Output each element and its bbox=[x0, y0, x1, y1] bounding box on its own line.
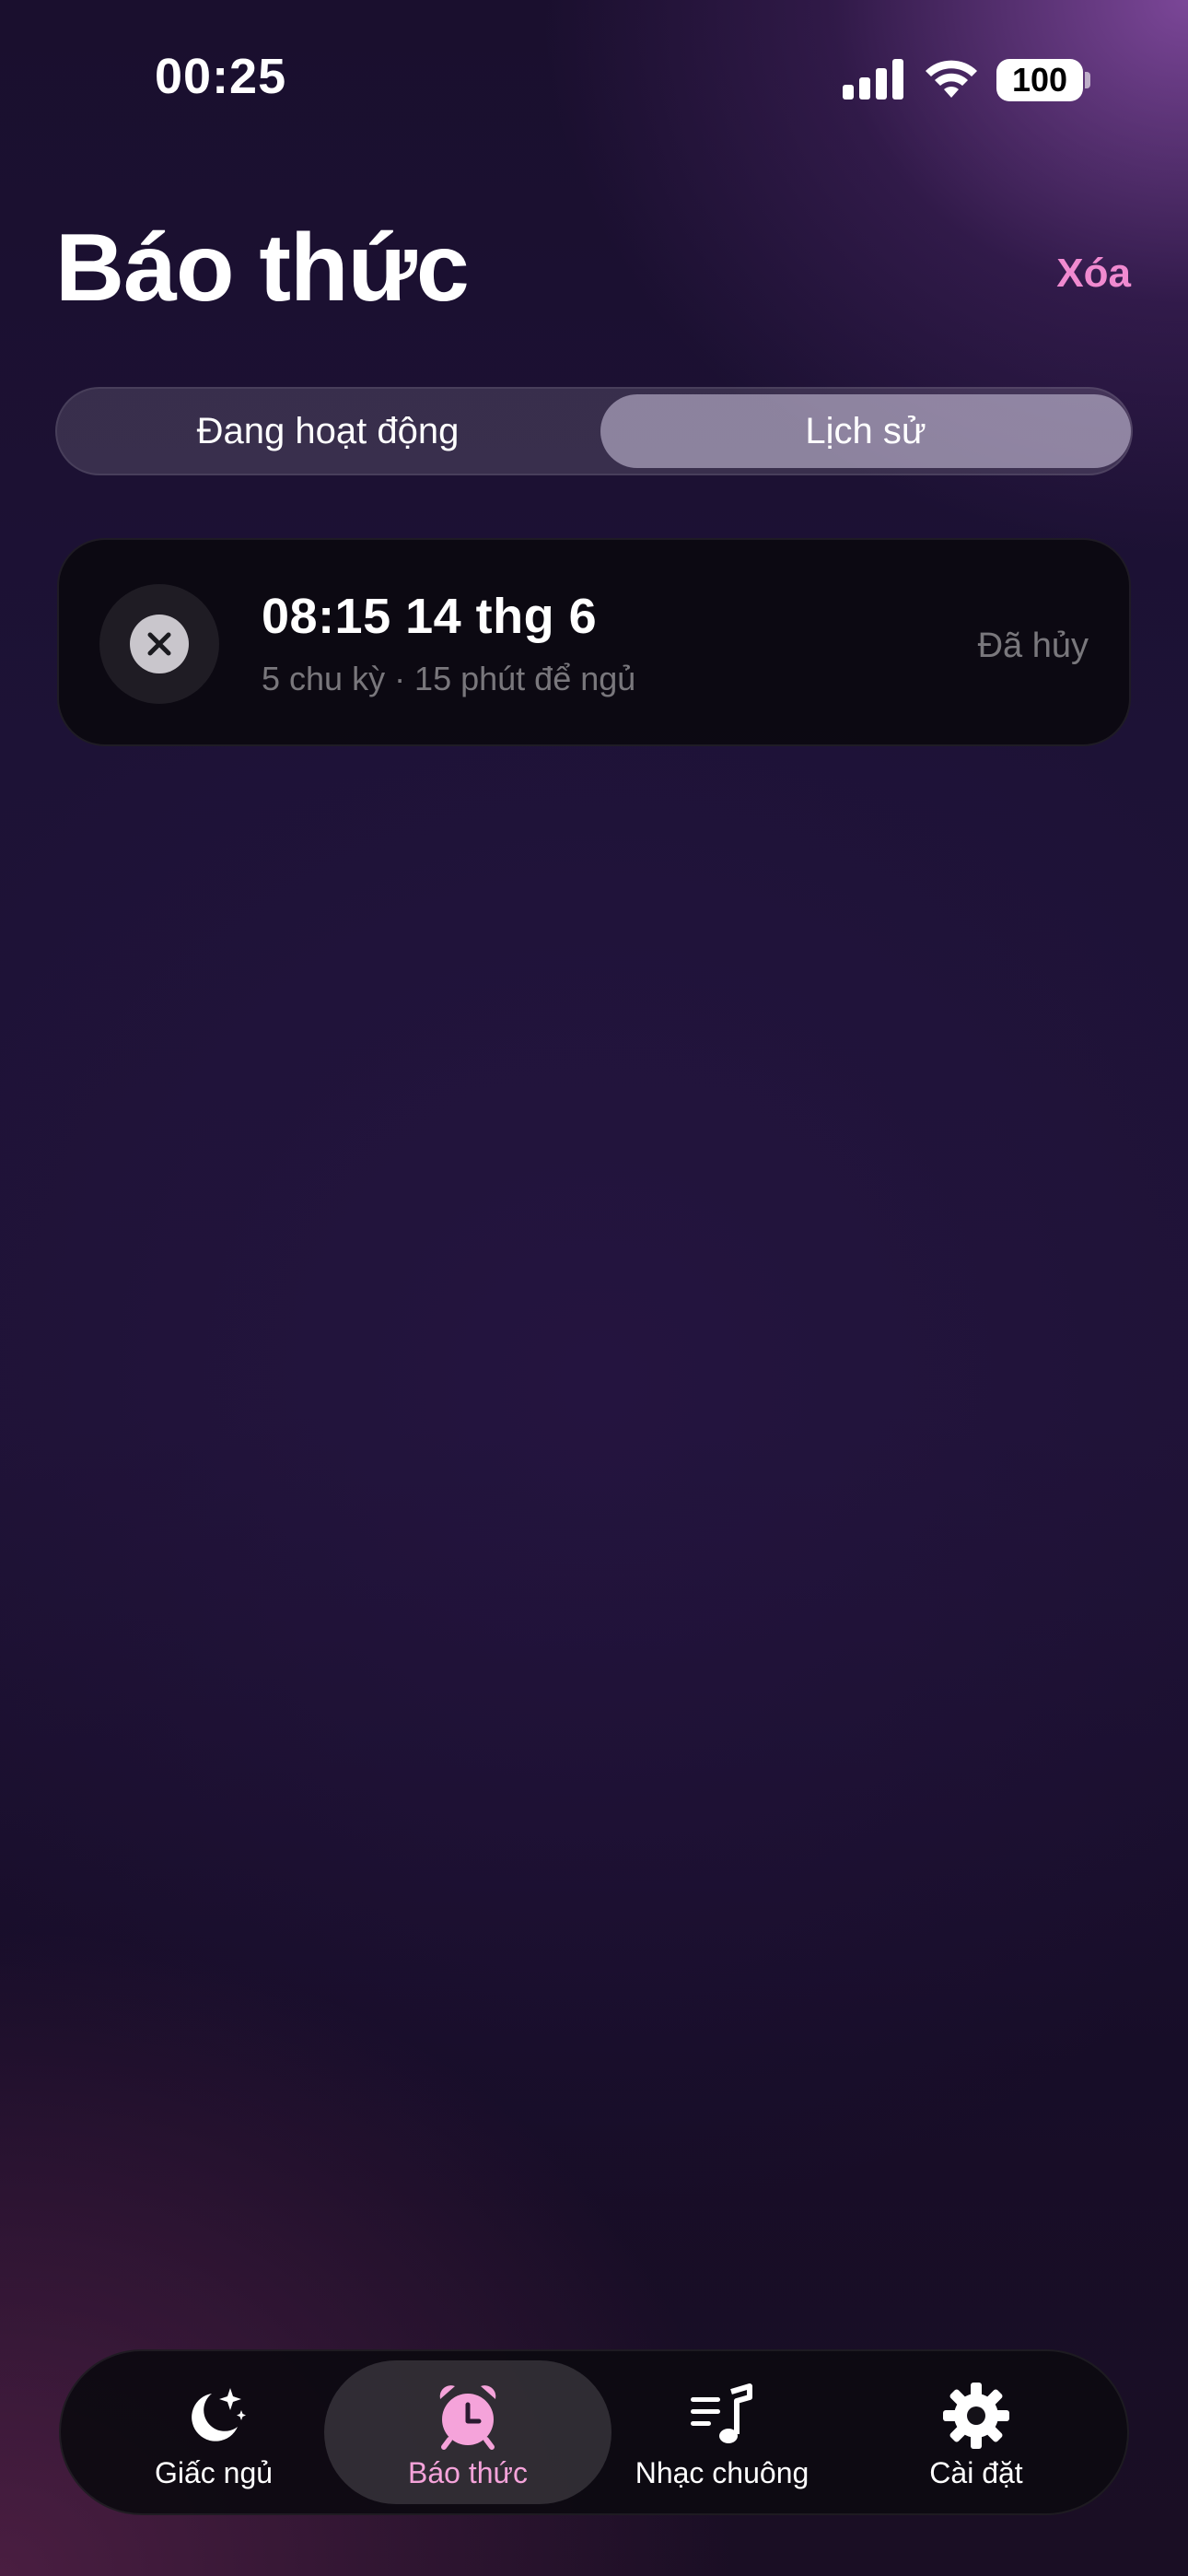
tab-sleep-label: Giấc ngủ bbox=[154, 2456, 274, 2489]
status-icon-container bbox=[99, 584, 219, 704]
segmented-control: Đang hoạt động Lịch sử bbox=[55, 387, 1133, 475]
tab-bar: Giấc ngủ Báo thức Nhạc chuông Cài đặt bbox=[59, 2349, 1129, 2515]
close-icon bbox=[147, 632, 171, 656]
signal-icon bbox=[843, 59, 903, 100]
moon-stars-icon bbox=[192, 2388, 246, 2441]
tab-sleep[interactable]: Giấc ngủ bbox=[70, 2360, 357, 2504]
tab-settings-label: Cài đặt bbox=[929, 2456, 1023, 2489]
tab-settings[interactable]: Cài đặt bbox=[833, 2360, 1120, 2504]
alarm-details: 5 chu kỳ · 15 phút để ngủ bbox=[262, 660, 636, 697]
battery-indicator: 100 bbox=[996, 59, 1083, 101]
alarm-time: 08:15 14 thg 6 bbox=[262, 589, 598, 644]
tab-ringtones-label: Nhạc chuông bbox=[635, 2456, 809, 2489]
page-title: Báo thức bbox=[55, 215, 470, 322]
status-bar: 00:25 100 bbox=[0, 0, 1188, 157]
tab-alarm-label: Báo thức bbox=[408, 2456, 528, 2489]
battery-cap bbox=[1085, 72, 1090, 88]
history-item[interactable]: 08:15 14 thg 6 5 chu kỳ · 15 phút để ngủ… bbox=[57, 538, 1131, 746]
wifi-icon bbox=[926, 60, 977, 98]
tab-ringtones[interactable]: Nhạc chuông bbox=[578, 2360, 866, 2504]
alarm-status: Đã hủy bbox=[977, 626, 1089, 665]
x-circle-icon bbox=[130, 615, 189, 673]
gear-icon bbox=[943, 2383, 1009, 2449]
alarm-clock-icon bbox=[439, 2385, 496, 2450]
tab-active-alarms[interactable]: Đang hoạt động bbox=[63, 394, 593, 468]
battery-level: 100 bbox=[1011, 61, 1068, 99]
clear-button[interactable]: Xóa bbox=[1056, 251, 1131, 297]
status-time: 00:25 bbox=[155, 49, 287, 104]
tab-history[interactable]: Lịch sử bbox=[600, 394, 1131, 468]
music-list-icon bbox=[691, 2383, 752, 2443]
tab-alarm[interactable]: Báo thức bbox=[324, 2360, 611, 2504]
